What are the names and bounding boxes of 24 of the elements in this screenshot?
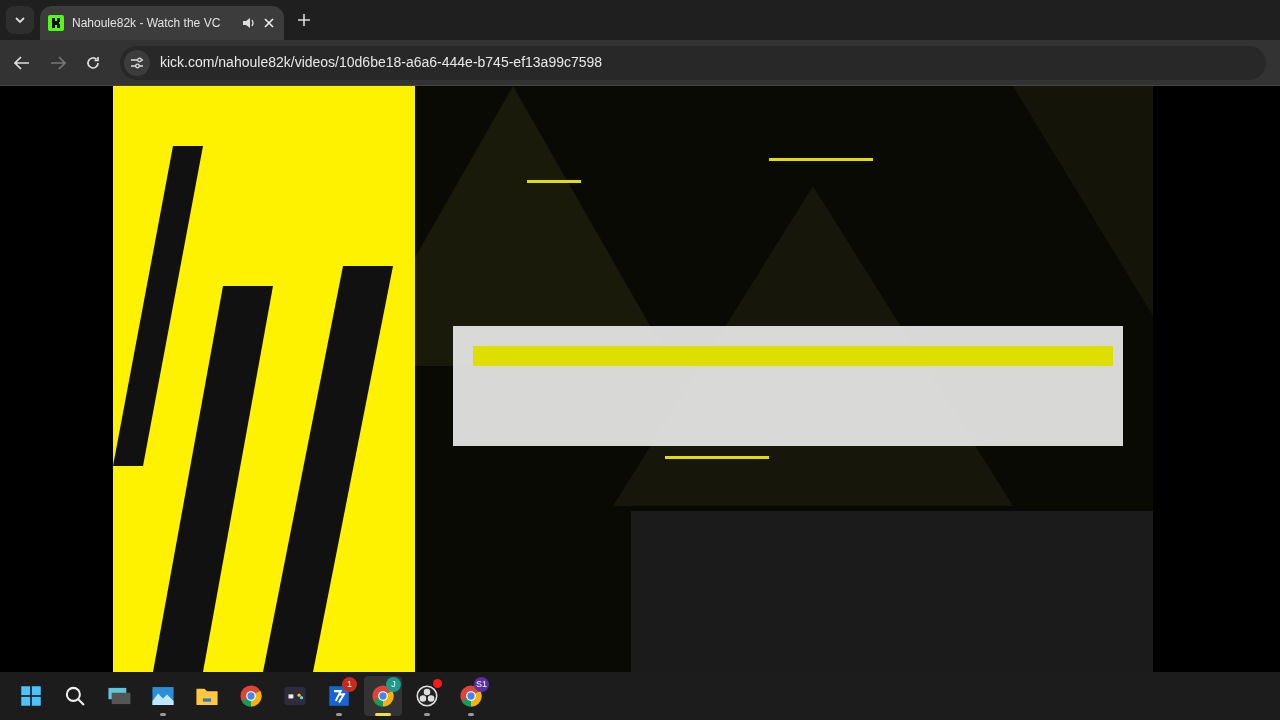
reload-icon[interactable]: [86, 55, 100, 70]
new-tab-icon[interactable]: [298, 14, 310, 26]
close-icon[interactable]: [264, 18, 274, 28]
back-icon[interactable]: [14, 55, 30, 70]
taskbar-button[interactable]: S1: [452, 676, 490, 716]
chrome-icon: [238, 683, 264, 709]
badge: S1: [474, 677, 489, 692]
tab-title: Nahoule82k - Watch the VC: [72, 15, 222, 32]
taskbar-button[interactable]: 1: [320, 676, 358, 716]
badge: J: [386, 677, 401, 692]
speaker-icon[interactable]: [242, 16, 256, 30]
chrome-icon: [370, 683, 396, 709]
url-text: kick.com/nahoule82k/videos/10d6be18-a6a6-444e-b745-ef13a99c7598: [160, 53, 603, 72]
k-logo-icon: [48, 15, 64, 31]
windows-icon: [18, 683, 44, 709]
site-settings-icon[interactable]: [124, 49, 150, 76]
circle-icon: [414, 683, 440, 709]
app-icon: [326, 683, 352, 709]
tab-list-button[interactable]: [6, 6, 34, 34]
browser-tab[interactable]: Nahoule82k - Watch the VC: [40, 6, 284, 40]
chevron-down-icon: [14, 16, 26, 24]
address-bar[interactable]: kick.com/nahoule82k/videos/10d6be18-a6a6-444e-b745-ef13a99c7598: [120, 45, 1266, 80]
forward-icon[interactable]: [50, 55, 66, 70]
badge: 1: [342, 677, 357, 692]
